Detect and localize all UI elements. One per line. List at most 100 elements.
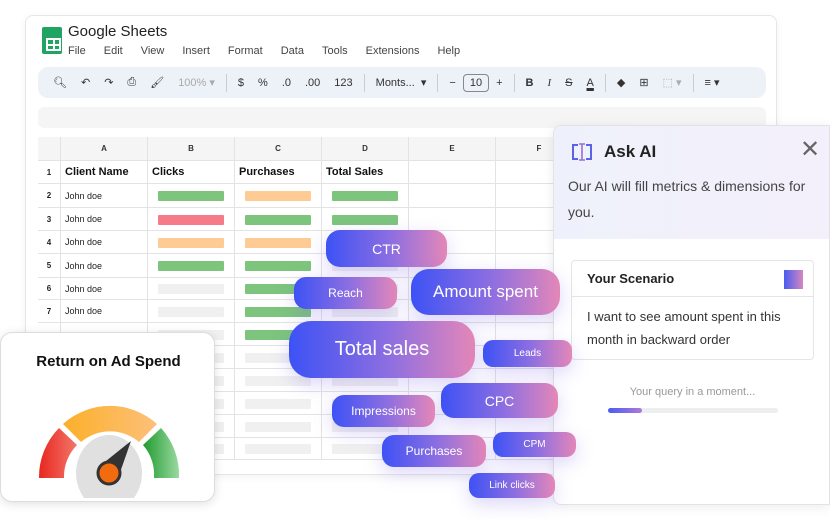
paint-format-icon[interactable]: 🖌︎: [143, 76, 171, 89]
zoom-select[interactable]: 100% ▾: [171, 76, 222, 89]
row-header[interactable]: 7: [38, 300, 61, 323]
metric-pill-reach[interactable]: Reach: [294, 277, 397, 309]
status-bar-red: [158, 214, 224, 225]
status-bar-orange: [245, 237, 311, 248]
menu-tools[interactable]: Tools: [322, 45, 348, 57]
menu-data[interactable]: Data: [281, 45, 304, 57]
status-bar-empty: [245, 444, 311, 454]
metric-pill-impressions[interactable]: Impressions: [332, 395, 435, 427]
grid-cell[interactable]: John doe: [61, 254, 148, 278]
column-header-d[interactable]: D: [322, 137, 409, 161]
toolbar: 🔍︎ ↶ ↷ ⎙ 🖌︎ 100% ▾ $ % .0 .00 123 Monts.…: [38, 67, 766, 98]
menu-file[interactable]: File: [68, 45, 86, 57]
row-header[interactable]: 1: [38, 161, 61, 184]
grid-cell[interactable]: John doe: [61, 231, 148, 254]
status-bar-empty: [245, 421, 311, 432]
grid-cell[interactable]: [409, 208, 496, 231]
row-header[interactable]: 5: [38, 254, 61, 278]
grid-cell[interactable]: John doe: [61, 278, 148, 300]
font-size-input[interactable]: 10: [462, 73, 490, 92]
scenario-text[interactable]: I want to see amount spent in this month…: [587, 305, 807, 351]
divider: [225, 73, 227, 92]
grid-cell[interactable]: John doe: [61, 300, 148, 323]
font-size-decrease-button[interactable]: −: [442, 77, 462, 89]
select-all-corner[interactable]: [38, 137, 61, 161]
divider: [604, 73, 606, 92]
menu-view[interactable]: View: [141, 45, 165, 57]
menu-extensions[interactable]: Extensions: [366, 45, 420, 57]
redo-icon[interactable]: ↷: [97, 76, 120, 89]
decrease-decimal-button[interactable]: .0: [275, 77, 298, 89]
progress-bar: [608, 408, 778, 413]
scenario-label: Your Scenario: [587, 271, 675, 286]
undo-icon[interactable]: ↶: [74, 76, 97, 89]
row-header[interactable]: 3: [38, 208, 61, 231]
ask-ai-panel: Ask AI ✕ Our AI will fill metrics & dime…: [553, 125, 830, 505]
bold-button[interactable]: B: [519, 77, 541, 89]
grid-cell[interactable]: [409, 184, 496, 208]
strikethrough-icon[interactable]: S: [558, 77, 579, 89]
divider: [692, 73, 694, 92]
status-bar-green: [332, 214, 398, 225]
metric-pill-total-sales[interactable]: Total sales: [289, 321, 475, 378]
font-size-increase-button[interactable]: +: [489, 77, 509, 89]
app-title: Google Sheets: [68, 23, 168, 40]
grid-cell[interactable]: John doe: [61, 184, 148, 208]
column-header-c[interactable]: C: [235, 137, 322, 161]
metric-pill-link-clicks[interactable]: Link clicks: [469, 473, 555, 498]
scenario-color-icon: [784, 270, 803, 289]
ask-ai-subtitle: Our AI will fill metrics & dimensions fo…: [568, 178, 806, 220]
menu-insert[interactable]: Insert: [182, 45, 210, 57]
status-bar-green: [245, 214, 311, 225]
borders-icon[interactable]: ⊞: [632, 76, 655, 89]
google-sheets-logo-icon: [42, 27, 62, 54]
metric-pill-leads[interactable]: Leads: [483, 340, 572, 367]
menu-bar: File Edit View Insert Format Data Tools …: [68, 45, 460, 57]
font-value: Monts...: [375, 77, 415, 89]
header-cell[interactable]: Client Name: [61, 161, 148, 184]
divider: [363, 73, 365, 92]
text-color-button[interactable]: A: [580, 77, 601, 89]
row-header[interactable]: 2: [38, 184, 61, 208]
status-bar-empty: [245, 398, 311, 409]
metric-pill-amount-spent[interactable]: Amount spent: [411, 269, 560, 315]
status-bar-empty: [158, 306, 224, 317]
increase-decimal-button[interactable]: .00: [298, 77, 327, 89]
metric-pill-purchases[interactable]: Purchases: [382, 435, 486, 467]
grid-cell[interactable]: John doe: [61, 208, 148, 231]
divider: [437, 73, 439, 92]
roas-title: Return on Ad Spend: [36, 353, 181, 370]
menu-format[interactable]: Format: [228, 45, 263, 57]
menu-edit[interactable]: Edit: [104, 45, 123, 57]
fill-color-icon[interactable]: ◆: [610, 76, 632, 89]
row-header[interactable]: 6: [38, 278, 61, 300]
print-icon[interactable]: ⎙: [120, 76, 143, 89]
merge-cells-icon[interactable]: ⬚ ▾: [656, 76, 689, 89]
divider: [513, 73, 515, 92]
header-cell[interactable]: Clicks: [148, 161, 235, 184]
header-cell[interactable]: Purchases: [235, 161, 322, 184]
column-header-a[interactable]: A: [61, 137, 148, 161]
header-cell[interactable]: Total Sales: [322, 161, 409, 184]
metric-pill-ctr[interactable]: CTR: [326, 230, 447, 267]
align-icon[interactable]: ≡ ▾: [698, 76, 727, 89]
roas-card: Return on Ad Spend: [0, 332, 215, 502]
status-bar-orange: [158, 237, 224, 248]
close-icon[interactable]: ✕: [800, 138, 820, 162]
search-icon[interactable]: 🔍︎: [46, 76, 74, 89]
status-bar-green: [332, 191, 398, 201]
font-select[interactable]: Monts... ▾: [369, 76, 434, 89]
column-header-e[interactable]: E: [409, 137, 496, 161]
menu-help[interactable]: Help: [437, 45, 460, 57]
metric-pill-cpc[interactable]: CPC: [441, 383, 558, 418]
column-header-b[interactable]: B: [148, 137, 235, 161]
metric-pill-cpm[interactable]: CPM: [493, 432, 576, 457]
header-cell[interactable]: [409, 161, 496, 184]
italic-button[interactable]: I: [541, 77, 559, 89]
number-format-button[interactable]: 123: [327, 77, 359, 89]
percent-button[interactable]: %: [251, 77, 275, 89]
progress-fill: [608, 408, 642, 413]
status-bar-orange: [245, 191, 311, 201]
row-header[interactable]: 4: [38, 231, 61, 254]
currency-button[interactable]: $: [231, 77, 251, 89]
